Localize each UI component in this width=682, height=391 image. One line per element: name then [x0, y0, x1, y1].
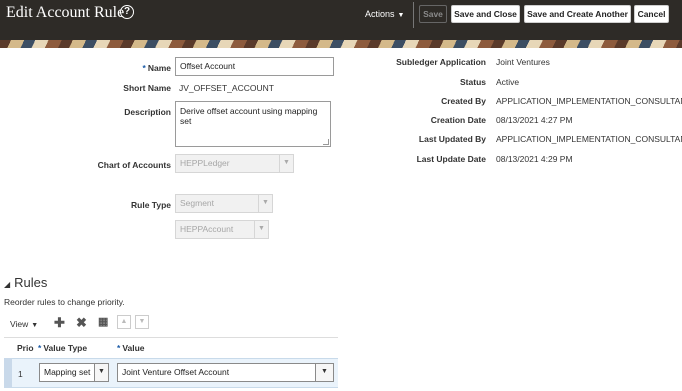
freeze-column-icon[interactable]: ▦ — [98, 315, 108, 328]
chevron-down-icon: ▼ — [258, 195, 272, 212]
last-updated-by-label: Last Updated By — [418, 134, 486, 144]
save-and-create-another-button[interactable]: Save and Create Another — [524, 5, 631, 23]
cancel-button[interactable]: Cancel — [634, 5, 669, 23]
required-icon: * — [38, 343, 42, 353]
column-header-priority[interactable]: Prio — [17, 343, 34, 353]
row-priority: 1 — [18, 369, 23, 379]
rule-type-label: Rule Type — [131, 200, 171, 210]
delete-icon[interactable]: ✖ — [76, 315, 87, 331]
move-up-icon: ▲ — [117, 315, 131, 329]
actions-menu[interactable]: Actions ▼ — [365, 9, 404, 19]
chart-of-accounts-label: Chart of Accounts — [97, 160, 171, 170]
decorative-banner — [0, 40, 682, 48]
chevron-down-icon[interactable]: ▼ — [94, 364, 108, 381]
save-button[interactable]: Save — [419, 5, 447, 23]
description-label: Description — [124, 107, 171, 117]
required-icon: * — [142, 63, 146, 73]
short-name-value: JV_OFFSET_ACCOUNT — [179, 83, 274, 93]
description-field[interactable]: Derive offset account using mapping set — [175, 101, 331, 147]
last-updated-by-value: APPLICATION_IMPLEMENTATION_CONSULTANT — [496, 134, 682, 144]
rules-section-header[interactable]: ◢ Rules — [4, 275, 47, 290]
chart-of-accounts-select: HEPPLedger ▼ — [175, 154, 294, 173]
short-name-label: Short Name — [123, 83, 171, 93]
value-type-value: Mapping set — [44, 367, 91, 377]
page-header: Edit Account Rule ? Actions ▼ Save Save a… — [0, 0, 682, 40]
chevron-down-icon: ▼ — [279, 155, 293, 172]
value-value: Joint Venture Offset Account — [122, 367, 230, 377]
column-header-value[interactable]: * Value — [117, 343, 145, 353]
value-select[interactable]: Joint Venture Offset Account ▼ — [117, 363, 334, 382]
actions-label: Actions — [365, 9, 395, 19]
toolbar-divider — [413, 2, 414, 28]
created-by-label: Created By — [441, 96, 486, 106]
save-and-close-button[interactable]: Save and Close — [451, 5, 520, 23]
chevron-down-icon: ▼ — [31, 322, 39, 329]
status-label: Status — [460, 77, 486, 87]
required-icon: * — [117, 343, 121, 353]
add-icon[interactable]: ✚ — [54, 315, 65, 331]
rule-type-value: Segment — [180, 198, 215, 208]
resize-handle-icon[interactable] — [323, 139, 329, 145]
rules-title: Rules — [14, 275, 48, 290]
move-down-icon: ▼ — [135, 315, 149, 329]
creation-date-value: 08/13/2021 4:27 PM — [496, 115, 573, 125]
subledger-value: Joint Ventures — [496, 57, 550, 67]
collapse-triangle-icon[interactable]: ◢ — [4, 280, 10, 289]
chevron-down-icon[interactable]: ▼ — [315, 364, 333, 381]
name-label: * Name — [142, 63, 171, 73]
chevron-down-icon: ▼ — [397, 12, 405, 19]
creation-date-label: Creation Date — [430, 115, 486, 125]
chevron-down-icon: ▼ — [254, 221, 268, 238]
chart-of-accounts-value: HEPPLedger — [180, 158, 230, 168]
view-label: View — [10, 319, 29, 329]
status-value: Active — [496, 77, 520, 87]
description-text: Derive offset account using mapping set — [180, 106, 318, 126]
name-field[interactable]: Offset Account — [175, 57, 334, 76]
reorder-hint: Reorder rules to change priority. — [4, 297, 125, 307]
help-icon[interactable]: ? — [120, 5, 134, 19]
value-type-select[interactable]: Mapping set ▼ — [39, 363, 109, 382]
segment-select: HEPPAccount ▼ — [175, 220, 269, 239]
created-by-value: APPLICATION_IMPLEMENTATION_CONSULTANT — [496, 96, 682, 106]
view-menu[interactable]: View ▼ — [10, 319, 38, 329]
row-selector[interactable] — [4, 358, 12, 388]
rule-type-select: Segment ▼ — [175, 194, 273, 213]
column-header-value-type[interactable]: * Value Type — [38, 343, 87, 353]
segment-value: HEPPAccount — [180, 224, 234, 234]
subledger-label: Subledger Application — [396, 57, 486, 67]
last-update-date-value: 08/13/2021 4:29 PM — [496, 154, 573, 164]
last-update-date-label: Last Update Date — [416, 154, 486, 164]
page-title: Edit Account Rule — [6, 4, 125, 21]
